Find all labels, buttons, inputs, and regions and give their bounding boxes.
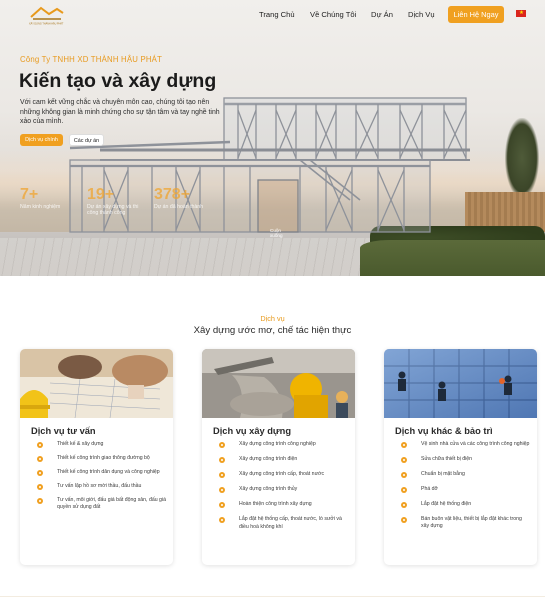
- list-item-text: Thiết kế & xây dựng: [57, 441, 104, 447]
- service-list: Vệ sinh nhà cửa và các công trình công n…: [401, 441, 531, 531]
- bullet-icon: [219, 502, 225, 509]
- hero-description: Với cam kết vững chắc và chuyên môn cao,…: [20, 99, 220, 126]
- list-item: Thiết kế & xây dựng: [37, 441, 167, 448]
- stat-label: Dự án xây dựng và thi công thành công: [87, 204, 139, 217]
- list-item: Xây dựng công trình thủy: [219, 486, 349, 494]
- bullet-icon: [401, 472, 407, 478]
- list-item: Tư vấn, môi giới, đấu giá bất động sản, …: [37, 497, 167, 512]
- stat-projects-built: 19+ Dự án xây dựng và thi công thành côn…: [87, 186, 143, 217]
- hero-headline: Kiến tạo và xây dựng: [19, 70, 217, 92]
- list-item: Xây dựng công trình điện: [219, 456, 349, 464]
- stat-value: 378+: [154, 186, 191, 203]
- bullet-icon: [37, 442, 43, 448]
- bullet-icon: [401, 502, 407, 508]
- list-item-text: Xây dựng công trình điện: [239, 456, 298, 463]
- list-item: Lắp đặt hệ thống cấp, thoát nước, lò sưở…: [219, 516, 349, 531]
- list-item-text: Sửa chữa thiết bị điện: [421, 456, 473, 462]
- company-logo[interactable]: XÂY DỰNG THÀNH HẬU PHÁT: [27, 4, 67, 26]
- list-item-text: Bán buôn vật liệu, thiết bị lắp đặt khác…: [421, 516, 522, 530]
- list-item: Chuẩn bị mặt bằng: [401, 471, 531, 478]
- service-list: Xây dựng công trình công nghiệp Xây dựng…: [219, 441, 349, 531]
- list-item-text: Tư vấn lập hồ sơ mời thầu, đấu thầu: [57, 483, 142, 489]
- list-item-text: Tư vấn, môi giới, đấu giá bất động sản, …: [57, 497, 166, 511]
- company-name: Công Ty TNHH XD THÀNH HẬU PHÁT: [20, 55, 163, 64]
- list-item-text: Thiết kế công trình giao thông đường bộ: [57, 455, 150, 461]
- section-divider: [0, 596, 545, 597]
- card-title: Dịch vụ khác & bảo trì: [395, 426, 493, 436]
- bullet-icon: [401, 457, 407, 463]
- list-item-text: Lắp đặt hệ thống cấp, thoát nước, lò sưở…: [239, 516, 342, 530]
- list-item: Sửa chữa thiết bị điện: [401, 456, 531, 463]
- consulting-blueprint-image: [20, 349, 173, 418]
- bullet-icon: [219, 457, 225, 464]
- scroll-down-hint[interactable]: Cuộn xuống: [270, 228, 290, 239]
- list-item-text: Phá dỡ: [421, 486, 438, 492]
- bullet-icon: [219, 487, 225, 494]
- bullet-icon: [37, 470, 43, 476]
- window-cleaning-image: [384, 349, 537, 418]
- card-title: Dịch vụ xây dựng: [213, 426, 292, 436]
- list-item: Thiết kế công trình dân dụng và công ngh…: [37, 469, 167, 476]
- list-item-text: Chuẩn bị mặt bằng: [421, 471, 465, 477]
- stat-label: Dự án đã hoàn thành: [154, 204, 204, 210]
- stat-label: Năm kinh nghiệm: [20, 204, 61, 210]
- bullet-icon: [37, 484, 43, 490]
- stat-value: 19+: [87, 186, 115, 203]
- service-card-maintenance[interactable]: Dịch vụ khác & bảo trì Vệ sinh nhà cửa v…: [384, 349, 537, 565]
- services-title: Xây dựng ước mơ, chế tác hiện thực: [193, 325, 352, 336]
- stat-value: 7+: [20, 186, 39, 203]
- list-item-text: Xây dựng công trình cấp, thoát nước: [239, 471, 325, 478]
- stat-projects-completed: 378+ Dự án đã hoàn thành: [154, 186, 210, 210]
- bullet-icon: [401, 442, 407, 448]
- bullet-icon: [401, 487, 407, 493]
- flag-star-icon: ★: [519, 10, 524, 16]
- list-item: Xây dựng công trình công nghiệp: [219, 441, 349, 448]
- list-item-text: Thiết kế công trình dân dụng và công ngh…: [57, 469, 160, 475]
- hero-section: XÂY DỰNG THÀNH HẬU PHÁT Trang Chủ Về Chú…: [0, 0, 545, 276]
- vietnam-flag-icon[interactable]: ★: [516, 10, 526, 17]
- card-title: Dịch vụ tư vấn: [31, 426, 96, 436]
- list-item: Tư vấn lập hồ sơ mời thầu, đấu thầu: [37, 483, 167, 490]
- bullet-icon: [37, 456, 43, 462]
- service-card-consulting[interactable]: Dịch vụ tư vấn Thiết kế & xây dựng Thiết…: [20, 349, 173, 565]
- list-item: Lắp đặt hệ thống điện: [401, 501, 531, 508]
- service-list: Thiết kế & xây dựng Thiết kế công trình …: [37, 441, 167, 512]
- bullet-icon: [401, 517, 407, 523]
- nav-item-projects[interactable]: Dự Án: [371, 10, 393, 19]
- list-item-text: Xây dựng công trình công nghiệp: [239, 441, 316, 447]
- bullet-icon: [219, 442, 225, 448]
- list-item-text: Xây dựng công trình thủy: [239, 486, 298, 493]
- list-item-text: Lắp đặt hệ thống điện: [421, 501, 472, 507]
- list-item: Phá dỡ: [401, 486, 531, 493]
- concrete-pouring-image: [202, 349, 355, 418]
- service-card-construction[interactable]: Dịch vụ xây dựng Xây dựng công trình côn…: [202, 349, 355, 565]
- stat-experience: 7+ Năm kinh nghiệm: [20, 186, 76, 210]
- bullet-icon: [219, 472, 225, 479]
- list-item: Hoàn thiện công trình xây dựng: [219, 501, 349, 509]
- services-kicker: Dịch vụ: [260, 314, 285, 323]
- nav-item-home[interactable]: Trang Chủ: [259, 10, 295, 19]
- nav-item-about[interactable]: Về Chúng Tôi: [310, 10, 356, 19]
- main-services-button[interactable]: Dịch vụ chính: [20, 134, 63, 146]
- contact-now-button[interactable]: Liên Hệ Ngay: [448, 6, 504, 23]
- list-item: Vệ sinh nhà cửa và các công trình công n…: [401, 441, 531, 448]
- list-item-text: Hoàn thiện công trình xây dựng: [239, 501, 312, 508]
- list-item: Bán buôn vật liệu, thiết bị lắp đặt khác…: [401, 516, 531, 531]
- list-item: Thiết kế công trình giao thông đường bộ: [37, 455, 167, 462]
- list-item-text: Vệ sinh nhà cửa và các công trình công n…: [421, 441, 530, 447]
- logo-caption: XÂY DỰNG THÀNH HẬU PHÁT: [29, 23, 64, 26]
- bullet-icon: [219, 517, 225, 524]
- projects-button[interactable]: Các dự án: [69, 134, 104, 146]
- bullet-icon: [37, 498, 43, 504]
- list-item: Xây dựng công trình cấp, thoát nước: [219, 471, 349, 479]
- nav-item-services[interactable]: Dịch Vụ: [408, 10, 435, 19]
